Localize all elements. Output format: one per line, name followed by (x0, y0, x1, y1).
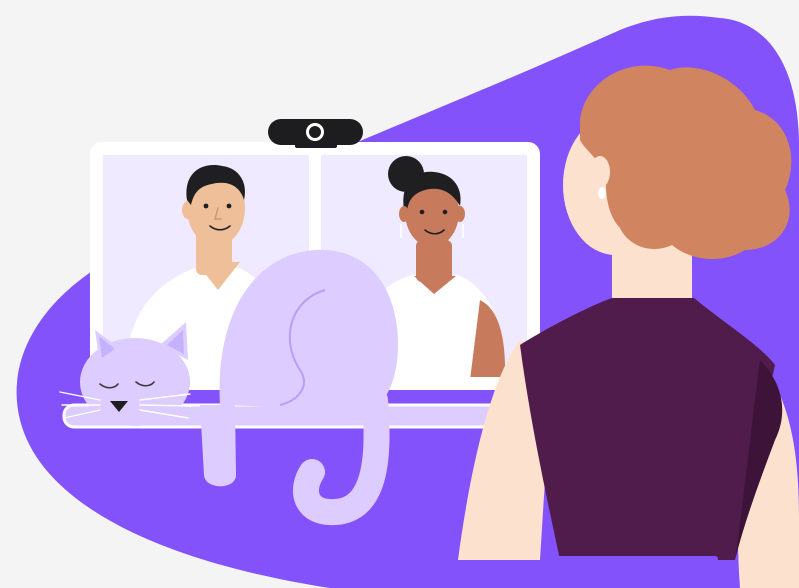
video-call-scene (0, 0, 799, 588)
viewer-ear (590, 156, 610, 188)
webcam-clip (295, 143, 337, 148)
viewer-waist-stripe (556, 556, 718, 562)
webcam-lens (309, 126, 321, 138)
webcam (268, 119, 363, 148)
viewer-top (520, 298, 775, 560)
cat-leg (200, 405, 236, 487)
viewer-earring (598, 187, 606, 199)
illustration-canvas (16, 15, 799, 588)
